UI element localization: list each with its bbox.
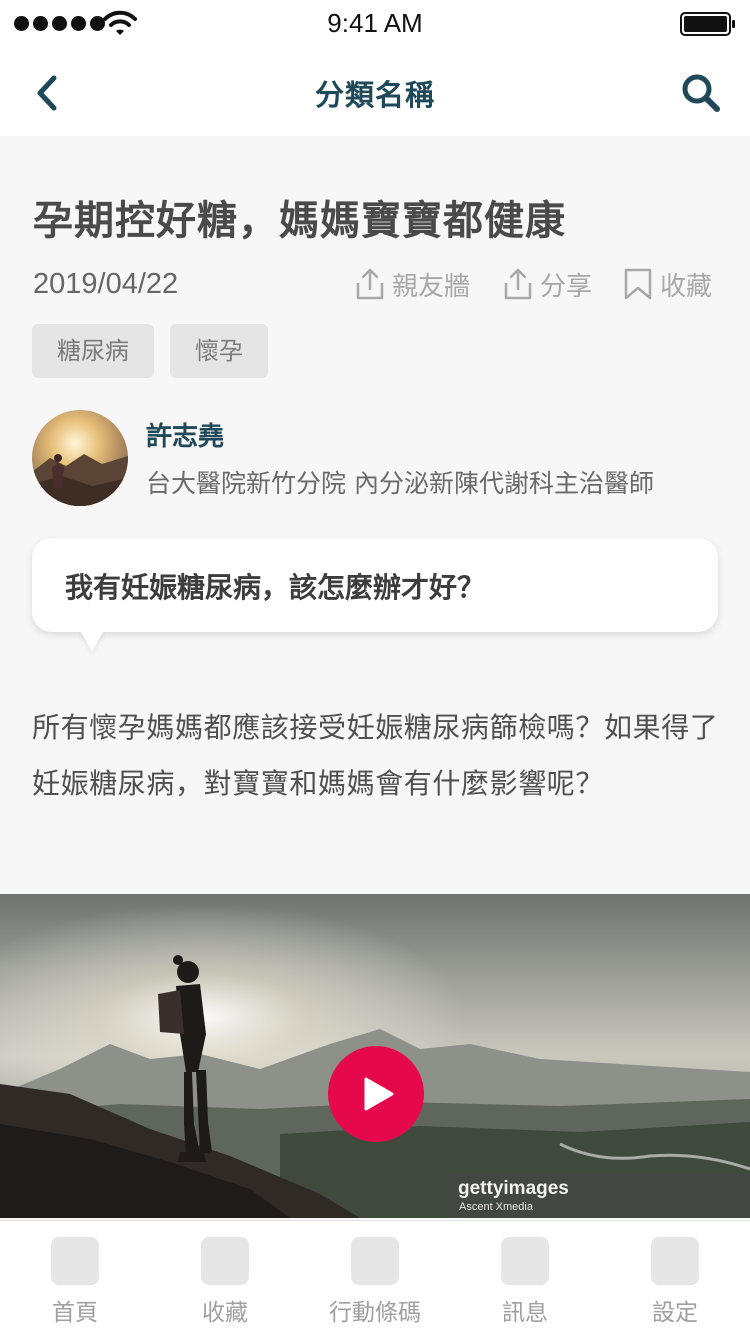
share-upload-icon xyxy=(356,268,384,300)
status-time: 9:41 AM xyxy=(327,8,423,38)
settings-icon xyxy=(651,1237,699,1285)
tab-favorites[interactable]: 收藏 xyxy=(150,1221,300,1335)
nav-bar: 分類名稱 xyxy=(0,48,750,136)
question-bubble: 我有妊娠糖尿病，該怎麼辦才好？ xyxy=(32,538,718,632)
article-title: 孕期控好糖，媽媽寶寶都健康 xyxy=(33,198,566,244)
play-button[interactable] xyxy=(328,1046,424,1142)
share-to-wall-label: 親友牆 xyxy=(392,271,471,302)
tab-bar: 首頁 收藏 行動條碼 訊息 設定 xyxy=(0,1220,750,1335)
page-title: 分類名稱 xyxy=(314,78,435,112)
share-upload-icon xyxy=(504,268,532,300)
avatar-photo xyxy=(32,410,128,506)
watermark-credit: Ascent Xmedia xyxy=(459,1201,533,1213)
tag-pregnancy[interactable]: 懷孕 xyxy=(170,324,268,378)
tab-messages[interactable]: 訊息 xyxy=(450,1221,600,1335)
tag-list: 糖尿病 懷孕 xyxy=(32,324,268,378)
watermark-brand: gettyimages xyxy=(458,1178,569,1199)
tab-settings[interactable]: 設定 xyxy=(600,1221,750,1335)
tab-label: 設定 xyxy=(652,1300,698,1326)
tab-label: 行動條碼 xyxy=(329,1300,421,1326)
author-title: 台大醫院新竹分院 內分泌新陳代謝科主治醫師 xyxy=(146,469,654,498)
bookmark-icon xyxy=(624,268,652,300)
home-icon xyxy=(51,1237,99,1285)
barcode-icon xyxy=(351,1237,399,1285)
tab-home[interactable]: 首頁 xyxy=(0,1221,150,1335)
article-date: 2019/04/22 xyxy=(33,268,179,300)
play-icon xyxy=(364,1077,394,1111)
share-button[interactable]: 分享 xyxy=(502,264,592,304)
status-bar: 9:41 AM xyxy=(0,0,750,48)
favorites-icon xyxy=(201,1237,249,1285)
question-text: 我有妊娠糖尿病，該怎麼辦才好？ xyxy=(65,571,486,604)
tab-barcode[interactable]: 行動條碼 xyxy=(300,1221,450,1335)
share-label: 分享 xyxy=(540,271,593,302)
video-player[interactable]: gettyimages Ascent Xmedia xyxy=(0,894,750,1218)
battery-icon xyxy=(680,12,735,36)
tab-label: 收藏 xyxy=(202,1300,248,1326)
article-body: 所有懷孕媽媽都應該接受妊娠糖尿病篩檢嗎？如果得了妊娠糖尿病，對寶寶和媽媽會有什麼… xyxy=(32,711,719,800)
image-watermark: gettyimages Ascent Xmedia xyxy=(450,1174,750,1218)
author-name[interactable]: 許志堯 xyxy=(146,416,224,453)
share-to-wall-button[interactable]: 親友牆 xyxy=(354,264,470,304)
search-icon[interactable] xyxy=(680,72,722,114)
bookmark-button[interactable]: 收藏 xyxy=(622,264,712,304)
tag-diabetes[interactable]: 糖尿病 xyxy=(32,324,154,378)
bookmark-label: 收藏 xyxy=(660,271,713,302)
tab-label: 訊息 xyxy=(502,1300,548,1326)
messages-icon xyxy=(501,1237,549,1285)
author-avatar[interactable] xyxy=(32,410,128,506)
tab-label: 首頁 xyxy=(52,1300,98,1326)
question-bubble-tail xyxy=(80,630,104,652)
